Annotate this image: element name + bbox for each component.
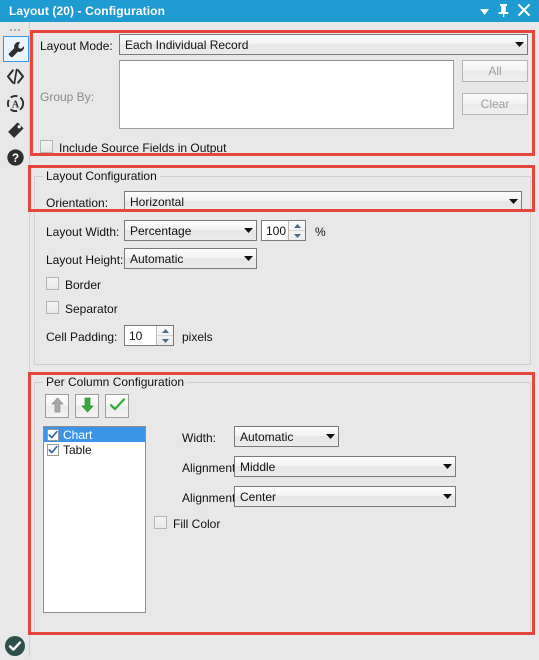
layout-width-unit: % (315, 225, 326, 239)
stepper-down-icon[interactable] (157, 336, 173, 345)
per-column-configuration-title: Per Column Configuration (43, 375, 188, 389)
wrench-icon (7, 40, 26, 59)
chevron-down-icon (439, 457, 455, 476)
code-icon (6, 68, 25, 85)
titlebar-buttons (480, 3, 530, 19)
pin-icon[interactable] (498, 3, 509, 19)
rail-drag-handle[interactable] (6, 26, 24, 34)
list-item-label: Table (63, 442, 92, 457)
group-by-listbox[interactable] (119, 60, 454, 129)
layout-height-select[interactable]: Automatic (124, 248, 257, 269)
stepper-buttons[interactable] (288, 221, 305, 240)
stepper-buttons[interactable] (156, 326, 173, 345)
window-title: Layout (20) - Configuration (9, 4, 166, 18)
apply-button[interactable] (105, 394, 129, 418)
include-source-fields-label: Include Source Fields in Output (59, 141, 227, 155)
layout-width-value: Percentage (130, 223, 192, 238)
layout-width-amount-value: 100 (266, 223, 287, 238)
list-item[interactable]: Table (44, 442, 145, 457)
arrow-up-icon (50, 396, 64, 416)
column-width-label: Width: (182, 431, 217, 445)
cell-padding-label: Cell Padding: (46, 330, 118, 344)
chevron-down-icon (439, 487, 455, 506)
check-icon (109, 398, 125, 414)
fill-color-label: Fill Color (173, 517, 221, 531)
layout-width-select[interactable]: Percentage (124, 220, 257, 241)
layout-width-label: Layout Width: (46, 225, 120, 239)
rail-item-xml-code[interactable] (3, 64, 27, 88)
column-width-value: Automatic (240, 429, 294, 444)
arrow-down-icon (80, 397, 94, 416)
groupbox-notch (34, 382, 42, 383)
check-icon (48, 444, 58, 458)
chevron-down-icon (240, 249, 256, 268)
chevron-down-icon (240, 221, 256, 240)
close-icon[interactable] (518, 4, 530, 18)
window-menu-caret-icon[interactable] (480, 8, 489, 17)
stepper-down-icon[interactable] (289, 231, 305, 240)
stepper-up-icon[interactable] (289, 221, 305, 231)
orientation-value: Horizontal (130, 194, 185, 209)
per-column-configuration-group: Per Column Configuration Chart Table Wid… (34, 375, 531, 633)
svg-text:?: ? (11, 150, 18, 164)
layout-configuration-group: Layout Configuration Orientation: Horizo… (34, 169, 531, 365)
layout-height-label: Layout Height: (46, 253, 124, 267)
border-checkbox[interactable] (46, 277, 59, 290)
layout-width-amount-stepper[interactable]: 100 (261, 220, 306, 241)
cell-padding-value: 10 (129, 328, 143, 343)
move-up-button[interactable] (45, 394, 69, 418)
orientation-select[interactable]: Horizontal (124, 191, 522, 212)
annotation-icon: A (6, 94, 25, 113)
help-question-icon: ? (6, 148, 25, 167)
stepper-up-icon[interactable] (157, 326, 173, 336)
alignment-h-select[interactable]: Center (234, 486, 456, 507)
cell-padding-unit: pixels (182, 330, 213, 344)
border-label: Border (65, 278, 102, 292)
groupbox-notch (34, 176, 42, 177)
configuration-panel: Layout Mode: Each Individual Record Grou… (30, 22, 539, 657)
group-by-clear-button[interactable]: Clear (462, 93, 528, 115)
layout-mode-select[interactable]: Each Individual Record (119, 34, 528, 55)
orientation-label: Orientation: (46, 196, 109, 210)
layout-mode-value: Each Individual Record (125, 37, 249, 52)
layout-mode-label: Layout Mode: (40, 39, 113, 53)
chevron-down-icon (511, 35, 527, 54)
group-by-all-button[interactable]: All (462, 60, 528, 82)
column-checkbox[interactable] (47, 443, 59, 458)
tool-rail: A ? (0, 22, 30, 657)
move-down-button[interactable] (75, 394, 99, 418)
check-icon (48, 429, 58, 443)
list-item[interactable]: Chart (44, 427, 145, 442)
group-by-label: Group By: (40, 90, 95, 104)
clear-button-label: Clear (480, 97, 510, 111)
alignment-h-value: Center (240, 489, 277, 504)
layout-mode-section: Layout Mode: Each Individual Record Grou… (34, 28, 534, 155)
rail-item-label-tag[interactable] (3, 118, 27, 142)
all-button-label: All (488, 64, 502, 78)
rail-item-configuration[interactable] (3, 36, 29, 62)
chevron-down-icon (322, 427, 338, 446)
chevron-down-icon (505, 192, 521, 211)
alignment-v-value: Middle (240, 459, 276, 474)
cell-padding-stepper[interactable]: 10 (124, 325, 174, 346)
layout-height-value: Automatic (130, 251, 184, 266)
window-titlebar: Layout (20) - Configuration (0, 0, 539, 22)
svg-text:A: A (11, 99, 19, 110)
fill-color-checkbox[interactable] (154, 516, 167, 529)
column-width-select[interactable]: Automatic (234, 426, 339, 447)
separator-label: Separator (65, 302, 118, 316)
alignment-v-select[interactable]: Middle (234, 456, 456, 477)
rail-item-annotation[interactable]: A (3, 91, 27, 115)
column-checkbox[interactable] (47, 428, 59, 443)
rail-item-help[interactable]: ? (3, 145, 27, 169)
separator-checkbox[interactable] (46, 301, 59, 314)
tag-icon (6, 121, 25, 140)
status-check-icon[interactable] (4, 635, 26, 657)
layout-configuration-title: Layout Configuration (43, 169, 160, 183)
list-item-label: Chart (63, 427, 93, 442)
include-source-fields-checkbox[interactable] (40, 140, 53, 153)
column-list[interactable]: Chart Table (43, 426, 146, 613)
